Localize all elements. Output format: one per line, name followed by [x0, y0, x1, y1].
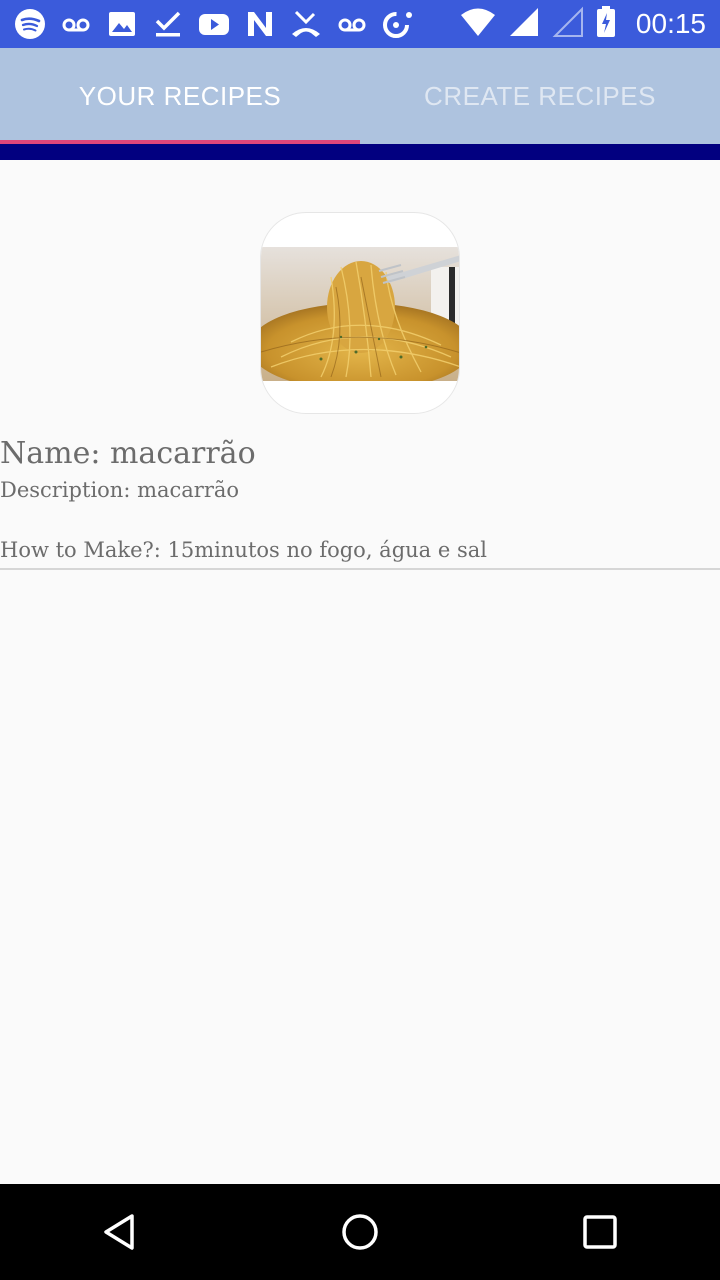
home-button[interactable]: [312, 1184, 408, 1280]
tab-create-recipes[interactable]: CREATE RECIPES: [360, 48, 720, 144]
back-icon: [104, 1214, 134, 1250]
header-divider-bar: [0, 144, 720, 160]
voicemail-icon: [336, 8, 368, 40]
tab-label: YOUR RECIPES: [78, 80, 282, 111]
status-bar: 00:15: [0, 0, 720, 48]
signal-empty-icon: [552, 6, 584, 43]
image-icon: [106, 8, 138, 40]
missed-call-icon: [290, 8, 322, 40]
spotify-icon: [14, 8, 46, 40]
task-check-icon: [152, 8, 184, 40]
recents-button[interactable]: [552, 1184, 648, 1280]
recipe-list: Name: macarrão Description: macarrão How…: [0, 160, 720, 1184]
home-icon: [342, 1214, 378, 1250]
data-saver-icon: [382, 8, 414, 40]
system-nav-bar: [0, 1184, 720, 1280]
n-icon: [244, 8, 276, 40]
signal-icon: [508, 6, 540, 43]
tab-bar: YOUR RECIPES CREATE RECIPES: [0, 48, 720, 144]
recipe-image: [260, 212, 460, 414]
tab-your-recipes[interactable]: YOUR RECIPES: [0, 48, 360, 144]
notification-icons: [14, 8, 460, 40]
recipe-name: Name: macarrão: [0, 436, 256, 471]
wifi-icon: [460, 6, 496, 43]
youtube-icon: [198, 8, 230, 40]
recents-icon: [583, 1215, 617, 1249]
tab-label: CREATE RECIPES: [424, 80, 656, 111]
voicemail-icon: [60, 8, 92, 40]
status-right: 00:15: [460, 5, 706, 43]
recipe-description: Description: macarrão: [0, 478, 240, 502]
recipe-how-to-make: How to Make?: 15minutos no fogo, água e …: [0, 538, 487, 562]
battery-icon: [596, 5, 616, 43]
back-button[interactable]: [72, 1184, 168, 1280]
status-clock: 00:15: [635, 8, 706, 39]
list-divider: [0, 568, 720, 570]
